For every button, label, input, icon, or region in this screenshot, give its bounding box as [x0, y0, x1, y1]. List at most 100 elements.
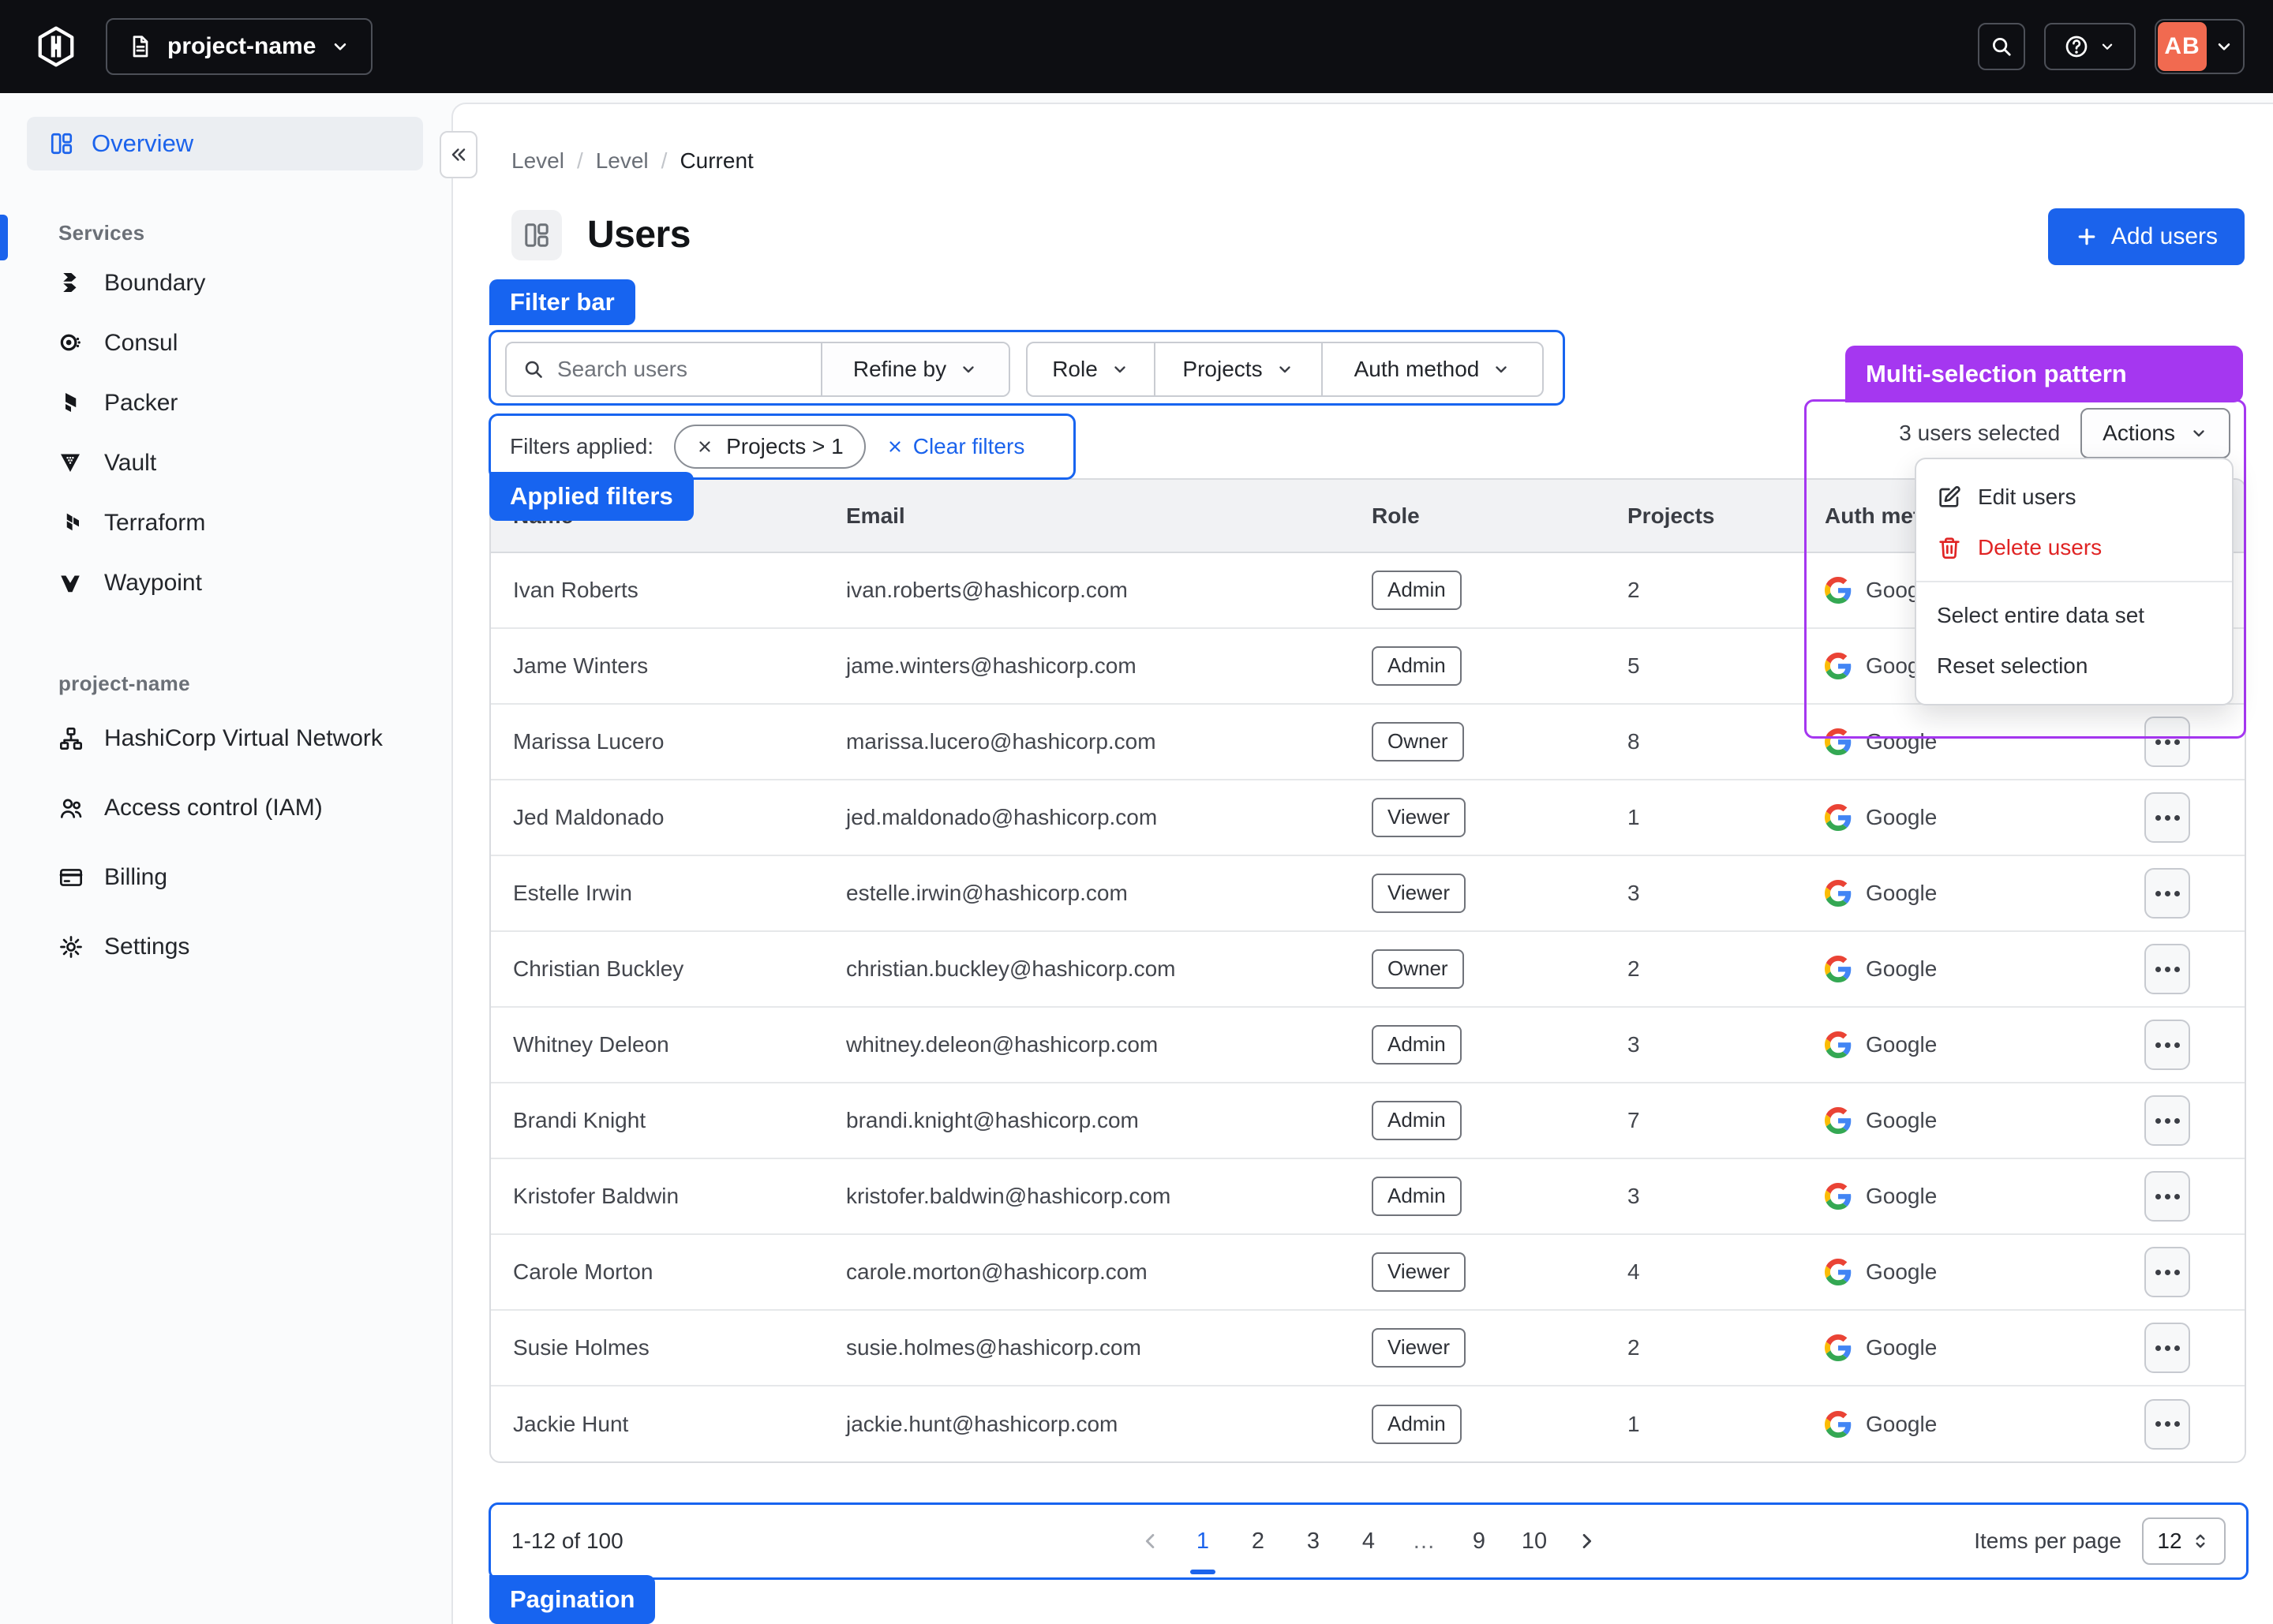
breadcrumb-item[interactable]: Level: [511, 148, 564, 174]
cell-auth-method: Google: [1803, 855, 2075, 931]
sidebar-item-label: Settings: [104, 934, 189, 960]
top-nav: project-name AB: [0, 0, 2273, 93]
cell-projects: 1: [1605, 780, 1803, 855]
filter-dropdown-auth-method[interactable]: Auth method: [1321, 343, 1542, 395]
sidebar-item-billing[interactable]: Billing: [0, 843, 451, 912]
menu-item-delete-users[interactable]: Delete users: [1916, 522, 2232, 573]
clear-filters-link[interactable]: Clear filters: [886, 434, 1025, 459]
document-icon: [128, 34, 153, 59]
sidebar-item-consul[interactable]: Consul: [0, 313, 451, 373]
sidebar-item-vault[interactable]: Vault: [0, 433, 451, 493]
row-overflow-menu-button[interactable]: [2144, 1171, 2190, 1222]
account-menu-button[interactable]: AB: [2155, 19, 2245, 74]
sidebar-item-boundary[interactable]: Boundary: [0, 253, 451, 313]
search-button[interactable]: [1978, 23, 2025, 70]
sidebar-item-waypoint[interactable]: Waypoint: [0, 553, 451, 613]
cell-actions: [2075, 1007, 2246, 1083]
page-number-4[interactable]: 4: [1354, 1529, 1383, 1555]
avatar: AB: [2158, 22, 2207, 71]
items-per-page-select[interactable]: 12: [2142, 1517, 2226, 1565]
sidebar-item-hashicorp-virtual-network[interactable]: HashiCorp Virtual Network: [0, 704, 451, 773]
sidebar-item-packer[interactable]: Packer: [0, 373, 451, 433]
table-row: Susie Holmes susie.holmes@hashicorp.com …: [491, 1310, 2246, 1386]
sidebar-item-settings[interactable]: Settings: [0, 912, 451, 982]
row-overflow-menu-button[interactable]: [2144, 1247, 2190, 1297]
cell-role: Admin: [1350, 1083, 1605, 1158]
close-icon: [886, 438, 904, 455]
page-number-3[interactable]: 3: [1299, 1529, 1327, 1555]
row-overflow-menu-button[interactable]: [2144, 944, 2190, 994]
row-overflow-menu-button[interactable]: [2144, 717, 2190, 767]
previous-page-button[interactable]: [1140, 1530, 1162, 1552]
page-number-9[interactable]: 9: [1465, 1529, 1493, 1555]
filter-chip[interactable]: Projects > 1: [674, 425, 866, 469]
page-title: Users: [587, 210, 691, 260]
menu-item-edit-users[interactable]: Edit users: [1916, 472, 2232, 522]
next-page-button[interactable]: [1575, 1530, 1597, 1552]
cell-name: Susie Holmes: [491, 1310, 824, 1386]
filter-chips: Projects > 1: [674, 425, 866, 469]
row-overflow-menu-button[interactable]: [2144, 1020, 2190, 1070]
sidebar-item-label: Terraform: [104, 510, 205, 537]
add-users-button[interactable]: Add users: [2048, 208, 2245, 265]
breadcrumb-item[interactable]: Level: [596, 148, 649, 174]
row-overflow-menu-button[interactable]: [2144, 1399, 2190, 1450]
role-badge: Admin: [1372, 1101, 1462, 1140]
cell-name: Carole Morton: [491, 1234, 824, 1310]
refine-by-dropdown[interactable]: Refine by: [821, 343, 1009, 395]
cell-email: jed.maldonado@hashicorp.com: [824, 780, 1350, 855]
page-number-10[interactable]: 10: [1520, 1529, 1548, 1555]
row-overflow-menu-button[interactable]: [2144, 1323, 2190, 1373]
selection-count: 3 users selected: [1899, 421, 2060, 446]
cell-actions: [2075, 931, 2246, 1007]
hashicorp-logo-icon[interactable]: [35, 25, 77, 68]
row-overflow-menu-button[interactable]: [2144, 792, 2190, 843]
sidebar-item-terraform[interactable]: Terraform: [0, 493, 451, 553]
filter-dropdown-role[interactable]: Role: [1028, 343, 1154, 395]
row-overflow-menu-button[interactable]: [2144, 1095, 2190, 1146]
pagination-range: 1-12 of 100: [511, 1529, 623, 1554]
page-ellipsis: …: [1410, 1529, 1438, 1555]
cell-auth-method: Google: [1803, 1007, 2075, 1083]
help-menu-button[interactable]: [2044, 23, 2136, 70]
cell-role: Viewer: [1350, 855, 1605, 931]
row-overflow-menu-button[interactable]: [2144, 868, 2190, 919]
cell-role: Admin: [1350, 628, 1605, 704]
chevron-down-icon: [959, 360, 978, 379]
sidebar-item-access-control-iam[interactable]: Access control (IAM): [0, 773, 451, 843]
google-icon: [1825, 956, 1852, 982]
cell-name: Whitney Deleon: [491, 1007, 824, 1083]
menu-item-label: Reset selection: [1937, 653, 2088, 679]
auth-method-label: Google: [1866, 881, 1937, 906]
filter-dropdown-projects[interactable]: Projects: [1154, 343, 1321, 395]
role-badge: Owner: [1372, 722, 1464, 761]
page-number-2[interactable]: 2: [1244, 1529, 1272, 1555]
google-icon: [1825, 653, 1852, 679]
menu-item-reset-selection[interactable]: Reset selection: [1916, 641, 2232, 691]
menu-item-select-entire-data-set[interactable]: Select entire data set: [1916, 590, 2232, 641]
page-number-1[interactable]: 1: [1189, 1529, 1217, 1555]
items-per-page-value: 12: [2157, 1529, 2181, 1554]
actions-dropdown-button[interactable]: Actions: [2080, 408, 2230, 458]
edit-icon: [1937, 485, 1962, 510]
clear-filters-label: Clear filters: [913, 434, 1025, 459]
cell-name: Brandi Knight: [491, 1083, 824, 1158]
column-header-email: Email: [824, 480, 1350, 552]
role-badge: Viewer: [1372, 874, 1466, 913]
project-switcher[interactable]: project-name: [106, 18, 373, 75]
collapse-sidebar-button[interactable]: [440, 131, 477, 178]
cell-email: carole.morton@hashicorp.com: [824, 1234, 1350, 1310]
auth-method-label: Google: [1866, 1259, 1937, 1285]
cell-email: jackie.hunt@hashicorp.com: [824, 1386, 1350, 1461]
role-badge: Admin: [1372, 1405, 1462, 1444]
credit-card-icon: [58, 865, 84, 890]
google-icon: [1825, 1334, 1852, 1361]
search-placeholder: Search users: [557, 357, 687, 382]
sidebar-item-overview[interactable]: Overview: [27, 117, 423, 170]
search-users-input[interactable]: Search users: [507, 343, 821, 395]
breadcrumb-separator: /: [661, 148, 668, 174]
menu-item-label: Edit users: [1978, 485, 2076, 510]
actions-menu: Edit users Delete users Select entire data…: [1915, 458, 2234, 705]
table-row: Kristofer Baldwin kristofer.baldwin@hash…: [491, 1158, 2246, 1234]
cell-email: ivan.roberts@hashicorp.com: [824, 552, 1350, 628]
